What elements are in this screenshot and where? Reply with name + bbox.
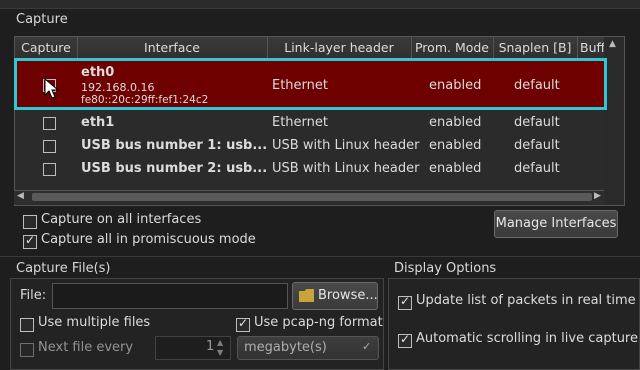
interface-name: USB bus number 2: usb... [81, 161, 268, 176]
snaplen-value: default [514, 161, 560, 176]
update-list-label: Update list of packets in real time [416, 293, 636, 308]
manage-interfaces-button[interactable]: Manage Interfaces [494, 210, 618, 238]
column-header-buffer[interactable]: Buff [577, 37, 605, 59]
pcapng-checkbox[interactable] [236, 316, 250, 332]
column-header-snaplen[interactable]: Snaplen [B] [493, 37, 578, 59]
snaplen-value: default [514, 138, 560, 153]
column-header-capture[interactable]: Capture [15, 37, 78, 59]
interface-name: eth1 [81, 115, 115, 130]
capture-section-label: Capture [16, 12, 68, 27]
row-capture-checkbox[interactable] [43, 117, 56, 130]
column-header-link-layer[interactable]: Link-layer header [267, 37, 412, 59]
selection-highlight-box [14, 58, 607, 110]
table-vertical-scrollbar[interactable]: ▲ [604, 36, 625, 206]
multiple-files-label: Use multiple files [38, 315, 151, 330]
table-row[interactable]: eth1 Ethernet enabled default [15, 113, 605, 135]
prom-mode-value: enabled [429, 115, 482, 130]
row-capture-checkbox[interactable] [43, 163, 56, 176]
browse-button[interactable]: Browse... [292, 282, 378, 310]
prom-mode-value: enabled [429, 161, 482, 176]
file-path-input[interactable] [52, 283, 288, 309]
snaplen-value: default [514, 115, 560, 130]
next-file-spinbox[interactable]: 1 ▲ ▼ [155, 336, 231, 360]
mouse-pointer-icon [44, 78, 60, 99]
prom-mode-value: enabled [429, 138, 482, 153]
capture-files-section-label: Capture File(s) [16, 261, 111, 276]
scroll-left-arrow-icon[interactable]: ◀ [17, 191, 24, 201]
next-file-checkbox[interactable] [20, 343, 34, 357]
next-file-value: 1 [206, 339, 215, 354]
auto-scroll-checkbox[interactable] [398, 332, 412, 348]
table-row[interactable]: USB bus number 2: usb... USB with Linux … [15, 159, 605, 181]
row-capture-checkbox[interactable] [43, 140, 56, 153]
scroll-right-arrow-icon[interactable]: ▶ [594, 191, 601, 201]
table-horizontal-scrollbar[interactable]: ◀ ▶ [14, 190, 604, 204]
dropdown-arrow-icon: ✓ [362, 340, 372, 353]
display-options-group [388, 278, 640, 370]
table-row[interactable]: USB bus number 1: usb... USB with Linux … [15, 136, 605, 158]
link-layer-value: Ethernet [272, 115, 328, 130]
scroll-up-arrow-icon[interactable]: ▲ [609, 39, 616, 49]
spin-up-icon[interactable]: ▲ [217, 338, 223, 347]
interface-name: USB bus number 1: usb... [81, 138, 268, 153]
auto-scroll-label: Automatic scrolling in live capture [416, 331, 638, 346]
capture-all-checkbox[interactable] [23, 215, 37, 229]
link-layer-value: USB with Linux header [272, 161, 420, 176]
spin-down-icon[interactable]: ▼ [217, 348, 223, 357]
column-header-prom-mode[interactable]: Prom. Mode [411, 37, 494, 59]
pcapng-label: Use pcap-ng format [254, 315, 383, 330]
unit-select[interactable]: megabyte(s) ✓ [237, 336, 379, 360]
separator [0, 256, 640, 257]
browse-button-label: Browse... [318, 288, 378, 303]
multiple-files-checkbox[interactable] [20, 318, 34, 332]
table-header: Capture Interface Link-layer header Prom… [15, 37, 605, 60]
unit-select-value: megabyte(s) [244, 340, 327, 355]
column-header-interface[interactable]: Interface [77, 37, 268, 59]
title-bar-strip [0, 0, 640, 9]
next-file-label: Next file every [38, 340, 134, 355]
link-layer-value: USB with Linux header [272, 138, 420, 153]
display-options-section-label: Display Options [394, 261, 497, 276]
scrollbar-thumb[interactable] [32, 193, 592, 201]
file-label: File: [20, 288, 47, 303]
capture-all-label: Capture on all interfaces [41, 212, 202, 227]
promiscuous-checkbox[interactable] [23, 233, 37, 249]
folder-icon [299, 289, 314, 302]
update-list-checkbox[interactable] [398, 294, 412, 310]
promiscuous-label: Capture all in promiscuous mode [41, 232, 256, 247]
